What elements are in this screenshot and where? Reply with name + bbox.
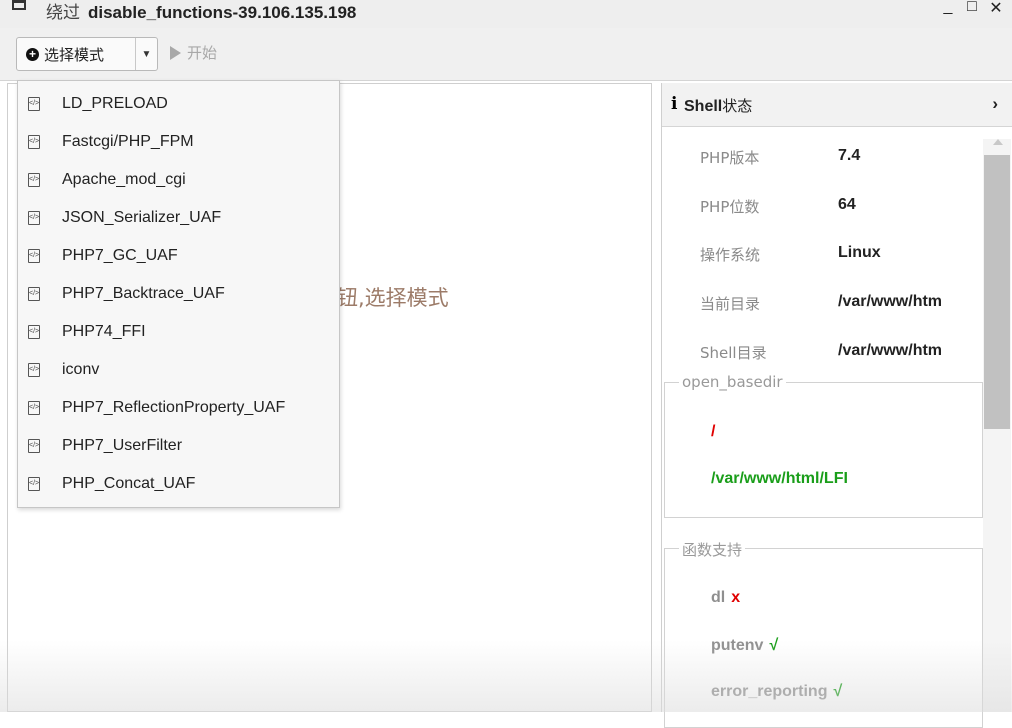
file-code-icon: </> — [28, 249, 40, 263]
scrollbar-thumb[interactable] — [984, 155, 1010, 429]
info-value: 64 — [838, 196, 856, 213]
menu-item-php7-userfilter[interactable]: </> PHP7_UserFilter — [18, 427, 339, 465]
title-cn: 状态 — [722, 97, 753, 115]
basedir-path: /var/www/html/LFI — [711, 470, 848, 487]
info-row-shell-dir: Shell目录 /var/www/htm — [662, 342, 982, 372]
info-row-php-version: PHP版本 7.4 — [662, 147, 982, 177]
info-value: /var/www/htm — [838, 293, 943, 310]
supported-check-icon: √ — [833, 683, 843, 700]
info-key: PHP位数 — [700, 198, 760, 216]
select-mode-label: 选择模式 — [44, 45, 105, 64]
menu-item-iconv[interactable]: </> iconv — [18, 351, 339, 389]
menu-item-label: PHP7_Backtrace_UAF — [62, 285, 225, 302]
scroll-up-arrow-icon[interactable] — [993, 139, 1003, 145]
mode-dropdown-menu: </> LD_PRELOAD </> Fastcgi/PHP_FPM </> A… — [17, 80, 340, 508]
file-code-icon: </> — [28, 135, 40, 149]
shell-status-panel: i Shell状态 › PHP版本 7.4 PHP位数 64 操作系统 Linu… — [661, 83, 1012, 728]
info-key: PHP版本 — [700, 149, 760, 167]
chevron-right-icon[interactable]: › — [992, 94, 998, 114]
function-dl: dl x — [711, 589, 740, 607]
menu-item-apache-mod-cgi[interactable]: </> Apache_mod_cgi — [18, 161, 339, 199]
window-controls: _ □ ✕ — [940, 0, 1004, 18]
menu-item-ld-preload[interactable]: </> LD_PRELOAD — [18, 85, 339, 123]
file-code-icon: </> — [28, 211, 40, 225]
shell-status-title: Shell状态 — [684, 95, 752, 116]
title-en: Shell — [684, 98, 723, 115]
menu-item-php7-gc-uaf[interactable]: </> PHP7_GC_UAF — [18, 237, 339, 275]
menu-item-label: JSON_Serializer_UAF — [62, 209, 222, 226]
info-key: Shell目录 — [700, 344, 767, 362]
function-error-reporting: error_reporting √ — [711, 683, 842, 701]
maximize-button[interactable]: □ — [964, 0, 980, 18]
menu-item-label: PHP_Concat_UAF — [62, 475, 196, 492]
info-row-os: 操作系统 Linux — [662, 244, 982, 274]
toolbar: + 选择模式 ▼ 开始 — [0, 28, 1012, 81]
minimize-button[interactable]: _ — [940, 0, 956, 18]
info-key: 当前目录 — [700, 295, 761, 313]
file-code-icon: </> — [28, 439, 40, 453]
hint-text: 钮,选择模式 — [337, 286, 449, 310]
select-mode-split-button[interactable]: + 选择模式 ▼ — [16, 37, 158, 71]
menu-item-label: PHP7_ReflectionProperty_UAF — [62, 399, 286, 416]
info-value: /var/www/htm — [838, 342, 943, 359]
open-basedir-legend: open_basedir — [679, 373, 786, 391]
menu-item-fastcgi-php-fpm[interactable]: </> Fastcgi/PHP_FPM — [18, 123, 339, 161]
menu-item-label: Fastcgi/PHP_FPM — [62, 133, 194, 150]
file-code-icon: </> — [28, 401, 40, 415]
info-row-php-bits: PHP位数 64 — [662, 196, 982, 226]
menu-item-label: PHP7_UserFilter — [62, 437, 183, 454]
info-key: 操作系统 — [700, 246, 761, 264]
function-name: putenv — [711, 637, 764, 654]
plus-circle-icon: + — [26, 47, 39, 61]
function-name: error_reporting — [711, 683, 828, 700]
caret-down-icon[interactable]: ▼ — [136, 49, 157, 60]
play-icon — [170, 45, 181, 60]
menu-item-label: iconv — [62, 361, 100, 378]
file-code-icon: </> — [28, 173, 40, 187]
function-putenv: putenv √ — [711, 637, 778, 655]
file-code-icon: </> — [28, 477, 40, 491]
menu-item-label: LD_PRELOAD — [62, 95, 168, 112]
window-title: 绕过 disable_functions-39.106.135.198 — [46, 0, 356, 23]
menu-item-label: Apache_mod_cgi — [62, 171, 186, 188]
title-bar: 绕过 disable_functions-39.106.135.198 _ □ ✕ — [0, 0, 1012, 29]
open-basedir-group: open_basedir / /var/www/html/LFI — [664, 373, 983, 518]
window-icon — [12, 0, 26, 10]
supported-check-icon: √ — [769, 637, 779, 654]
menu-item-label: PHP7_GC_UAF — [62, 247, 178, 264]
unsupported-icon: x — [731, 589, 741, 606]
start-label: 开始 — [187, 44, 218, 62]
function-name: dl — [711, 589, 726, 606]
info-value: Linux — [838, 244, 881, 261]
title-prefix: 绕过 — [46, 3, 80, 23]
info-row-current-dir: 当前目录 /var/www/htm — [662, 293, 982, 323]
menu-item-json-serializer-uaf[interactable]: </> JSON_Serializer_UAF — [18, 199, 339, 237]
file-code-icon: </> — [28, 363, 40, 377]
file-code-icon: </> — [28, 97, 40, 111]
menu-item-php-concat-uaf[interactable]: </> PHP_Concat_UAF — [18, 465, 339, 503]
shell-status-header[interactable]: i Shell状态 › — [662, 83, 1012, 127]
select-mode-button[interactable]: + 选择模式 — [17, 38, 136, 70]
file-code-icon: </> — [28, 325, 40, 339]
file-code-icon: </> — [28, 287, 40, 301]
function-support-group: 函数支持 dl x putenv √ error_reporting √ — [664, 539, 983, 728]
menu-item-php7-backtrace-uaf[interactable]: </> PHP7_Backtrace_UAF — [18, 275, 339, 313]
menu-item-php74-ffi[interactable]: </> PHP74_FFI — [18, 313, 339, 351]
title-main: disable_functions-39.106.135.198 — [88, 3, 357, 22]
close-button[interactable]: ✕ — [988, 0, 1004, 18]
info-icon: i — [671, 94, 678, 114]
start-button[interactable]: 开始 — [170, 42, 217, 63]
basedir-path: / — [711, 423, 716, 440]
menu-item-label: PHP74_FFI — [62, 323, 146, 340]
function-support-legend: 函数支持 — [679, 539, 746, 560]
menu-item-php7-reflectionproperty-uaf[interactable]: </> PHP7_ReflectionProperty_UAF — [18, 389, 339, 427]
info-value: 7.4 — [838, 147, 861, 164]
